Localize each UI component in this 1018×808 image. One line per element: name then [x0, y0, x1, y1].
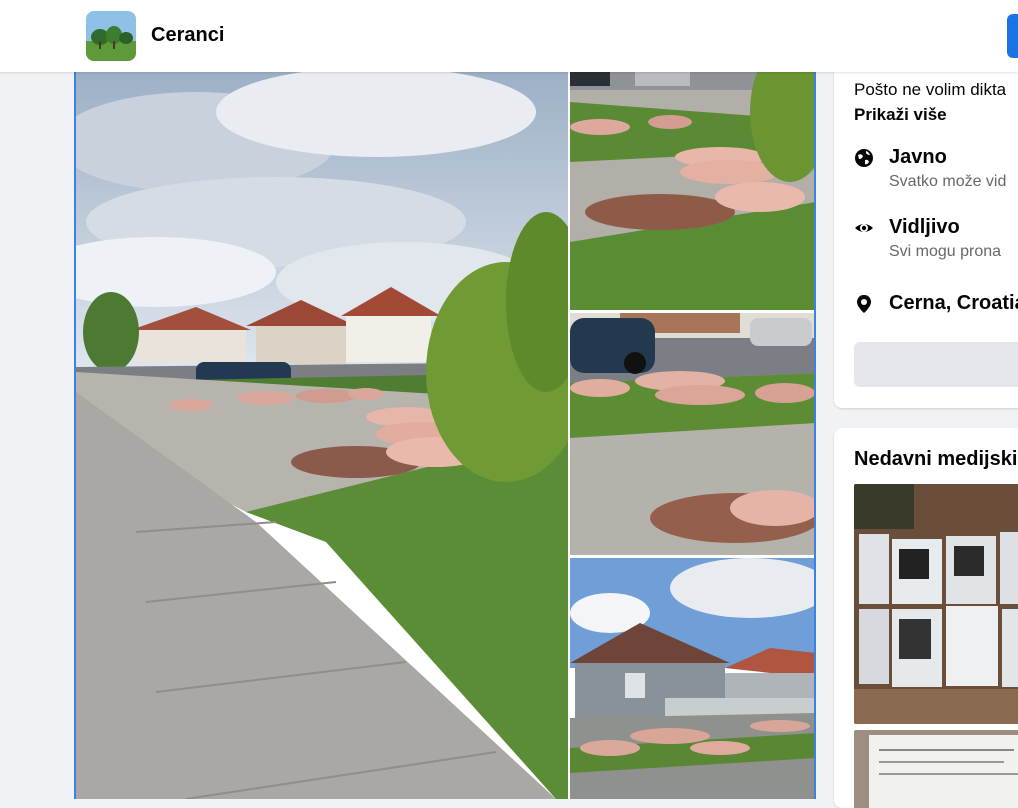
photo-pigs-on-lawn-2[interactable]	[570, 313, 814, 555]
group-header: Ceranci	[0, 0, 1018, 72]
eye-icon	[855, 224, 873, 232]
privacy-subtitle: Svatko može vid	[889, 173, 1007, 190]
media-thumbnail-document[interactable]	[854, 730, 1018, 808]
photo-pigs-on-lawn-1[interactable]	[570, 72, 814, 310]
post-media-grid	[74, 72, 816, 799]
location-title[interactable]: Cerna, Croatia	[889, 292, 1018, 315]
photo-houses-pigs[interactable]	[570, 558, 814, 799]
photo-main-street-pigs[interactable]	[76, 72, 568, 799]
group-avatar-tree-icon	[86, 11, 136, 61]
privacy-title: Javno	[889, 146, 947, 168]
about-card: Pošto ne volim dikta Prikaži više Javno …	[834, 60, 1018, 408]
recent-media-card: Nedavni medijski	[834, 428, 1018, 808]
join-group-button[interactable]	[1007, 14, 1018, 58]
visibility-subtitle: Svi mogu prona	[889, 243, 1002, 260]
group-avatar[interactable]	[86, 11, 136, 61]
learn-more-button[interactable]	[854, 342, 1018, 387]
group-name[interactable]: Ceranci	[151, 22, 224, 48]
media-thumbnail-books[interactable]	[854, 484, 1018, 724]
visibility-title: Vidljivo	[889, 216, 960, 238]
show-more-link[interactable]: Prikaži više	[854, 105, 947, 125]
group-description: Pošto ne volim dikta	[854, 80, 1007, 99]
location-pin-icon	[857, 295, 871, 313]
recent-media-title: Nedavni medijski	[854, 448, 1018, 470]
globe-icon	[855, 149, 873, 167]
